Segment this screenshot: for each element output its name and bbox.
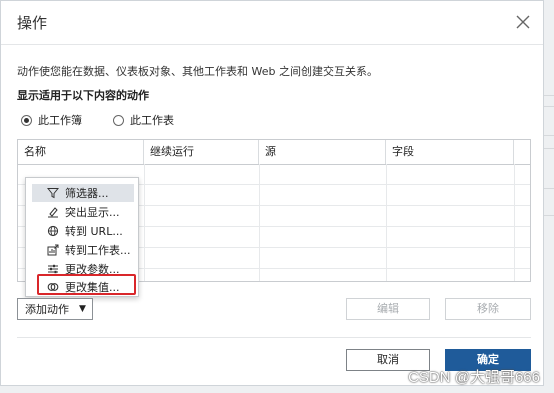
highlight-pen-icon (46, 205, 60, 219)
radio-this-workbook[interactable]: 此工作簿 (21, 112, 82, 128)
watermark: CSDN @大强哥666 (408, 369, 540, 386)
menu-item-label: 更改集值... (65, 281, 120, 294)
add-action-button[interactable]: 添加动作 ▼ (17, 298, 93, 320)
column-divider (514, 164, 515, 281)
column-header-source[interactable]: 源 (259, 140, 386, 164)
menu-item-filter[interactable]: 筛选器... (32, 184, 134, 202)
dialog-titlebar: 操作 (1, 1, 543, 45)
column-header-spacer (514, 140, 531, 164)
actions-dialog: 操作 动作使您能在数据、仪表板对象、其他工作表和 Web 之间创建交互关系。 显… (0, 0, 544, 386)
dialog-title: 操作 (17, 14, 48, 32)
add-action-menu: 筛选器... 突出显示... 转到 URL... 转到工作表... 更改参数..… (25, 177, 139, 297)
menu-item-label: 突出显示... (65, 206, 120, 219)
menu-item-go-to-url[interactable]: 转到 URL... (32, 222, 134, 240)
menu-item-label: 转到 URL... (65, 225, 123, 238)
menu-item-label: 更改参数... (65, 263, 120, 276)
caret-down-icon: ▼ (79, 304, 86, 314)
add-action-label: 添加动作 (25, 303, 69, 316)
dialog-description: 动作使您能在数据、仪表板对象、其他工作表和 Web 之间创建交互关系。 (17, 65, 378, 78)
menu-item-label: 筛选器... (65, 187, 109, 200)
edit-button[interactable]: 编辑 (346, 298, 430, 320)
column-header-fields[interactable]: 字段 (386, 140, 514, 164)
sliders-icon (46, 262, 60, 276)
radio-this-sheet[interactable]: 此工作表 (113, 112, 174, 128)
radio-unselected-icon[interactable] (113, 114, 124, 126)
column-header-name[interactable]: 名称 (18, 140, 144, 164)
set-venn-icon (46, 280, 60, 294)
column-divider (144, 164, 145, 281)
remove-button[interactable]: 移除 (445, 298, 531, 320)
footer-divider (17, 337, 531, 338)
menu-item-label: 转到工作表... (65, 244, 131, 257)
radio-selected-icon[interactable] (21, 114, 32, 126)
radio-label: 此工作簿 (38, 114, 82, 127)
column-divider (386, 164, 387, 281)
menu-item-change-parameter[interactable]: 更改参数... (32, 260, 134, 278)
menu-item-highlight[interactable]: 突出显示... (32, 203, 134, 221)
globe-icon (46, 224, 60, 238)
scope-heading: 显示适用于以下内容的动作 (17, 89, 149, 102)
filter-icon (46, 186, 60, 200)
radio-label: 此工作表 (130, 114, 174, 127)
column-divider (259, 164, 260, 281)
table-header: 名称 继续运行 源 字段 (18, 140, 530, 165)
menu-item-go-to-sheet[interactable]: 转到工作表... (32, 241, 134, 259)
sheet-navigate-icon (46, 243, 60, 257)
menu-item-change-set-values[interactable]: 更改集值... (32, 278, 134, 296)
column-header-run-on[interactable]: 继续运行 (144, 140, 259, 164)
close-icon[interactable] (513, 12, 533, 32)
